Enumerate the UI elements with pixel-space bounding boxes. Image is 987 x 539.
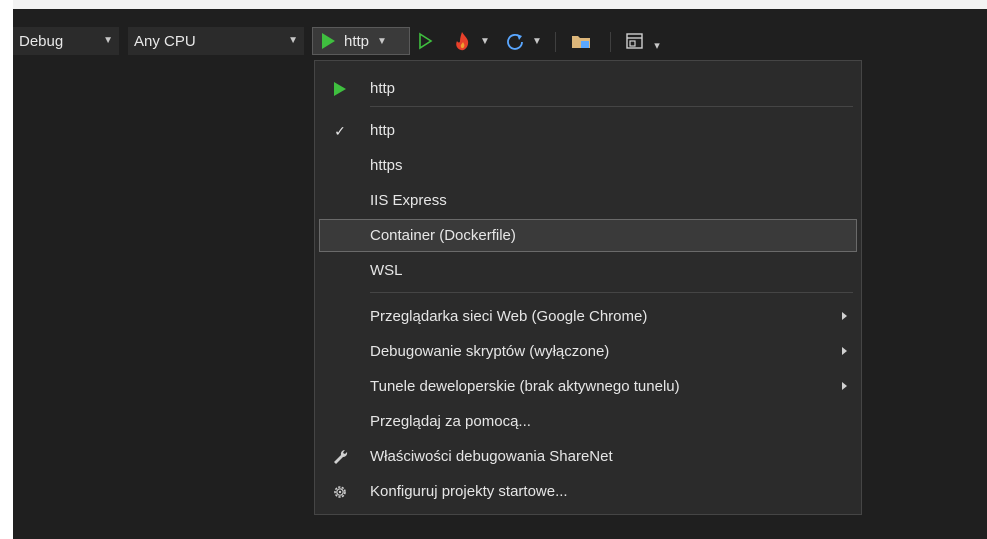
- chevron-down-icon: ▼: [103, 35, 113, 46]
- solution-platform-combo[interactable]: Any CPU ▼: [128, 27, 304, 55]
- window-layout-icon: [626, 33, 643, 49]
- menu-item-profile-https[interactable]: https: [315, 149, 861, 182]
- window-layout-button[interactable]: [622, 30, 648, 52]
- menu-item-debug-properties[interactable]: Właściwości debugowania ShareNet: [315, 440, 861, 473]
- open-folder-button[interactable]: [568, 30, 594, 52]
- menu-item-profile-iis-express[interactable]: IIS Express: [315, 184, 861, 217]
- menu-item-web-browser[interactable]: Przeglądarka sieci Web (Google Chrome): [315, 300, 861, 333]
- wrench-icon: [328, 446, 352, 468]
- menu-item-label: WSL: [370, 262, 403, 279]
- play-outline-icon: [419, 32, 433, 50]
- play-icon: [328, 78, 352, 100]
- menu-item-label: Debugowanie skryptów (wyłączone): [370, 343, 610, 360]
- toolbar-separator: [610, 32, 611, 52]
- toolbar-overflow-button[interactable]: ▾: [650, 34, 664, 56]
- folder-icon: [572, 36, 590, 48]
- menu-item-profile-http[interactable]: ✓ http: [315, 114, 861, 147]
- chevron-down-icon: ▼: [288, 35, 298, 46]
- menu-item-script-debugging[interactable]: Debugowanie skryptów (wyłączone): [315, 335, 861, 368]
- launch-profile-value: http: [344, 32, 370, 50]
- menu-item-label: Tunele deweloperskie (brak aktywnego tun…: [370, 378, 680, 395]
- start-debugging-button[interactable]: http ▼: [312, 27, 410, 55]
- solution-config-combo[interactable]: Debug ▼: [13, 27, 119, 55]
- start-without-debugging-button[interactable]: [414, 30, 436, 52]
- menu-item-configure-startup[interactable]: Konfiguruj projekty startowe...: [315, 475, 861, 508]
- refresh-icon: [507, 34, 523, 50]
- menu-item-profile-container[interactable]: Container (Dockerfile): [319, 219, 857, 252]
- hot-reload-dropdown[interactable]: ▼: [479, 30, 491, 52]
- menu-item-label: IIS Express: [370, 192, 447, 209]
- restart-button[interactable]: [503, 30, 527, 52]
- launch-profile-menu: http ✓ http https IIS Express Container …: [314, 60, 862, 515]
- checkmark-icon: ✓: [334, 122, 346, 139]
- restart-dropdown[interactable]: ▼: [531, 30, 543, 52]
- menu-item-label: http: [370, 80, 396, 97]
- menu-item-label: http: [370, 122, 396, 139]
- window-top-edge: [13, 0, 987, 9]
- chevron-down-icon[interactable]: ▼: [377, 36, 387, 47]
- submenu-arrow-icon: [842, 347, 847, 355]
- toolbar-separator: [555, 32, 556, 52]
- menu-item-label: https: [370, 157, 403, 174]
- solution-config-value: Debug: [19, 32, 64, 50]
- menu-item-label: Konfiguruj projekty startowe...: [370, 483, 568, 500]
- menu-item-dev-tunnels[interactable]: Tunele deweloperskie (brak aktywnego tun…: [315, 370, 861, 403]
- gear-icon: [328, 481, 352, 503]
- menu-item-label: Przeglądarka sieci Web (Google Chrome): [370, 308, 648, 325]
- menu-item-browse-with[interactable]: Przeglądaj za pomocą...: [315, 405, 861, 438]
- menu-item-label: Przeglądaj za pomocą...: [370, 413, 531, 430]
- menu-separator: [370, 292, 853, 293]
- submenu-arrow-icon: [842, 312, 847, 320]
- submenu-arrow-icon: [842, 382, 847, 390]
- solution-platform-value: Any CPU: [134, 32, 196, 50]
- menu-item-start-http[interactable]: http: [315, 72, 861, 105]
- play-icon: [322, 33, 335, 49]
- overflow-chevron-icon: ▾: [654, 39, 660, 52]
- menu-item-profile-wsl[interactable]: WSL: [315, 254, 861, 287]
- menu-item-label: Container (Dockerfile): [370, 227, 516, 244]
- hot-reload-button[interactable]: [450, 30, 474, 52]
- menu-item-label: Właściwości debugowania ShareNet: [370, 448, 613, 465]
- menu-separator: [370, 106, 853, 107]
- flame-icon: [456, 32, 469, 51]
